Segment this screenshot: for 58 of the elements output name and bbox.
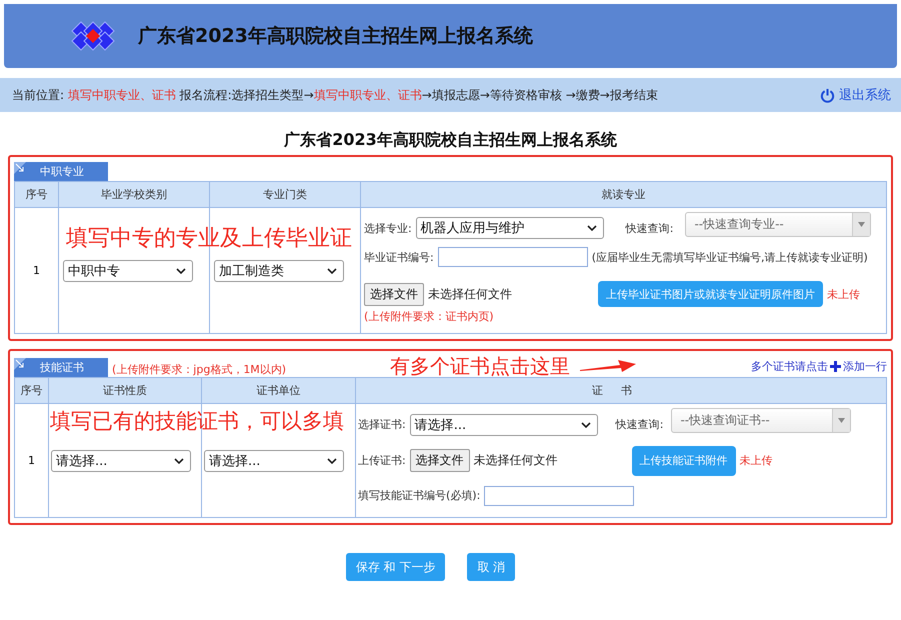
quick-search-field[interactable]: --快速查询证书--: [671, 408, 852, 433]
choose-file-button[interactable]: 选择文件: [364, 282, 424, 306]
annotation-arrow: [580, 359, 636, 373]
annotation-text: 填写已有的技能证书，可以多填: [50, 408, 344, 435]
add-row-link[interactable]: 多个证书请点击 添加一行: [751, 358, 887, 374]
chevron-icon: [174, 458, 184, 464]
caret-icon: [858, 222, 866, 226]
column-header: 专业门类: [263, 188, 307, 201]
logout-link[interactable]: 退出系统: [820, 86, 891, 104]
corner-icon: [14, 358, 26, 370]
column-header: 证书单位: [256, 384, 300, 397]
file-status: 未选择任何文件: [474, 452, 558, 469]
certificate-type-select[interactable]: 请选择...: [51, 450, 191, 472]
column-header: 证书: [592, 384, 650, 397]
caret-icon: [838, 418, 846, 423]
certificate-number-field[interactable]: [438, 247, 588, 267]
column-header: 毕业学校类别: [101, 188, 167, 201]
field-label: 快速查询:: [626, 220, 674, 236]
column-header: 证书性质: [103, 384, 147, 397]
column-header: 序号: [26, 188, 48, 201]
field-label: 毕业证书编号:: [364, 250, 434, 264]
field-label: 快速查询:: [616, 417, 664, 432]
field-label: 上传证书:: [358, 453, 406, 468]
category-select[interactable]: 加工制造类: [214, 260, 344, 282]
chevron-icon: [327, 268, 337, 274]
breadcrumb-text: 当前位置: 填写中职专业、证书 报名流程:选择招生类型→填写中职专业、证书→填报志愿→等待资格审核 →缴费→报考结束: [12, 86, 658, 104]
logo-icon: [70, 21, 116, 51]
annotation-text: 填写中专的专业及上传毕业证: [66, 225, 352, 253]
power-icon: [820, 88, 835, 102]
choose-file-button[interactable]: 选择文件: [410, 449, 470, 472]
column-header: 序号: [20, 384, 42, 397]
field-label: 选择证书:: [358, 417, 406, 432]
upload-status: 未上传: [827, 286, 860, 302]
page-title: 广东省2023年高职院校自主招生网上报名系统: [284, 130, 617, 151]
school-type-select[interactable]: 中职中专: [63, 260, 193, 282]
field-label: 填写技能证书编号(必填):: [358, 488, 480, 503]
hint-text: (应届毕业生无需填写毕业证书编号,请上传就读专业证明): [592, 250, 868, 264]
chevron-icon: [586, 225, 597, 231]
corner-icon: [14, 162, 26, 174]
file-status: 未选择任何文件: [428, 286, 512, 302]
certificate-number-field[interactable]: [484, 486, 634, 506]
quick-search-field[interactable]: --快速查询专业--: [685, 212, 872, 236]
chevron-icon: [580, 422, 591, 428]
requirement-text: (上传附件要求：jpg格式，1M以内): [112, 362, 286, 377]
chevron-icon: [327, 458, 337, 464]
field-label: 选择专业:: [364, 220, 412, 236]
major-select[interactable]: 机器人应用与维护: [416, 217, 604, 239]
upload-status: 未上传: [740, 453, 773, 468]
chevron-icon: [176, 268, 186, 274]
plus-icon: [830, 360, 841, 372]
annotation-text: 有多个证书点击这里: [390, 355, 570, 377]
requirement-text: (上传附件要求：证书内页): [364, 309, 495, 324]
certificate-select[interactable]: 请选择...: [410, 414, 598, 436]
row-number: 1: [33, 264, 40, 277]
row-number: 1: [28, 454, 35, 467]
issuer-select[interactable]: 请选择...: [204, 450, 344, 472]
app-title: 广东省2023年高职院校自主招生网上报名系统: [138, 24, 533, 49]
column-header: 就读专业: [602, 188, 646, 201]
